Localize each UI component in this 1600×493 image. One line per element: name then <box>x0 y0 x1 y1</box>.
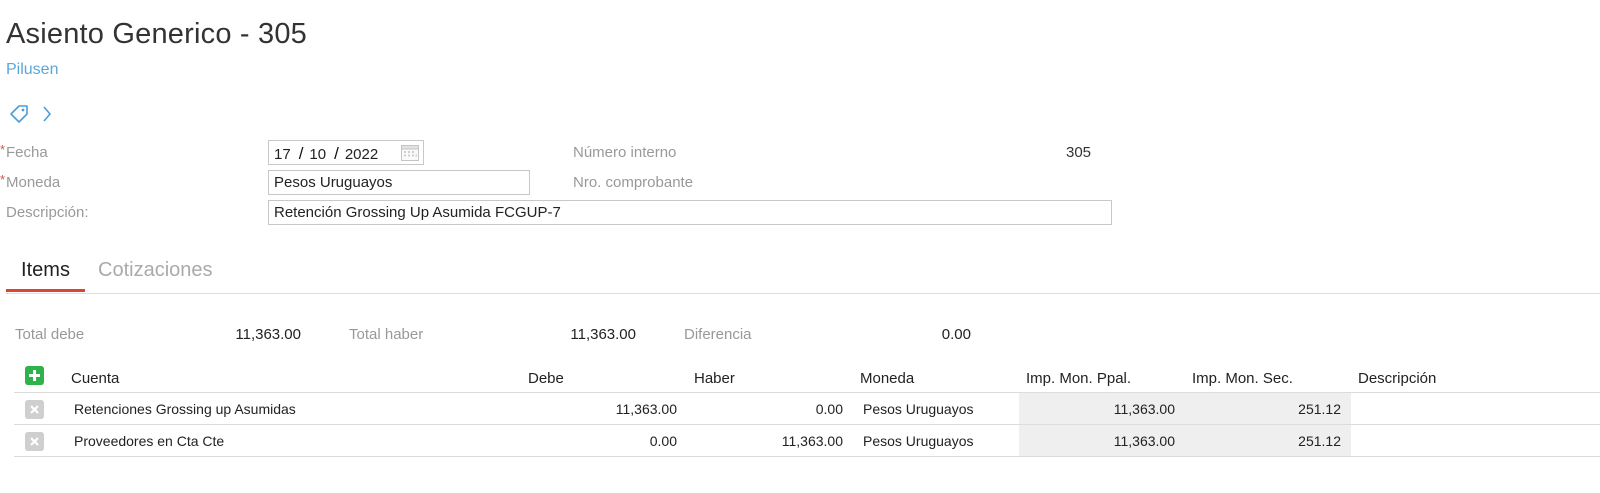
fecha-label-wrap: * Fecha <box>0 142 48 162</box>
col-header-descripcion[interactable]: Descripción <box>1358 370 1436 387</box>
row-2-moneda[interactable]: Pesos Uruguayos <box>863 433 974 449</box>
required-mark: * <box>0 172 6 187</box>
numero-interno-value: 305 <box>1066 144 1092 161</box>
row-2-debe[interactable]: 0.00 <box>540 433 677 449</box>
moneda-field[interactable]: Pesos Uruguayos <box>268 170 530 195</box>
header-divider <box>14 392 1600 393</box>
row-1-imp-sec: 251.12 <box>1298 401 1341 417</box>
tabs-divider <box>6 293 1600 294</box>
total-haber-label: Total haber <box>349 326 424 343</box>
row-1-haber[interactable]: 0.00 <box>706 401 843 417</box>
page-title: Asiento Generico - 305 <box>6 18 308 50</box>
moneda-label-wrap: * Moneda <box>0 172 61 192</box>
total-debe-label: Total debe <box>15 326 85 343</box>
nro-comprobante-label: Nro. comprobante <box>573 174 694 191</box>
row-1-cuenta[interactable]: Retenciones Grossing up Asumidas <box>74 401 296 417</box>
calendar-icon[interactable] <box>400 143 420 162</box>
row-2-cuenta[interactable]: Proveedores en Cta Cte <box>74 433 224 449</box>
fecha-day[interactable]: 17 <box>274 146 291 163</box>
tab-cotizaciones[interactable]: Cotizaciones <box>98 259 213 282</box>
tab-items[interactable]: Items <box>6 259 85 282</box>
row-2-imp-ppal: 11,363.00 <box>1113 433 1175 449</box>
moneda-label: Moneda <box>6 174 61 191</box>
date-separator: / <box>298 144 304 163</box>
numero-interno-label: Número interno <box>573 144 677 161</box>
col-header-imp-mon-sec[interactable]: Imp. Mon. Sec. <box>1192 370 1293 387</box>
fecha-year[interactable]: 2022 <box>345 146 378 163</box>
row-1-moneda[interactable]: Pesos Uruguayos <box>863 401 974 417</box>
required-mark: * <box>0 142 6 157</box>
diferencia-value: 0.00 <box>941 326 971 343</box>
diferencia-label: Diferencia <box>684 326 752 343</box>
fecha-month[interactable]: 10 <box>309 146 326 163</box>
delete-row-icon[interactable] <box>25 432 44 451</box>
row-2-imp-sec: 251.12 <box>1298 433 1341 449</box>
total-debe-value: 11,363.00 <box>235 326 301 343</box>
date-separator: / <box>334 144 339 163</box>
row-1-imp-ppal: 11,363.00 <box>1113 401 1175 417</box>
add-row-icon[interactable] <box>25 366 44 385</box>
row-2-haber[interactable]: 11,363.00 <box>706 433 843 449</box>
descripcion-label: Descripción: <box>6 204 89 221</box>
tag-icon[interactable] <box>8 103 30 125</box>
col-header-cuenta[interactable]: Cuenta <box>71 370 119 387</box>
col-header-moneda[interactable]: Moneda <box>860 370 914 387</box>
fecha-date-field[interactable]: 17 / 10 / 2022 <box>268 140 424 165</box>
fecha-label: Fecha <box>6 144 48 161</box>
col-header-haber[interactable]: Haber <box>694 370 735 387</box>
row-1-debe[interactable]: 11,363.00 <box>540 401 677 417</box>
row-divider <box>14 456 1600 457</box>
descripcion-field[interactable]: Retención Grossing Up Asumida FCGUP-7 <box>268 200 1112 225</box>
chevron-right-icon[interactable] <box>41 103 53 125</box>
delete-row-icon[interactable] <box>25 400 44 419</box>
active-tab-indicator <box>6 289 85 292</box>
row-divider <box>14 424 1600 425</box>
company-link[interactable]: Pilusen <box>6 61 58 79</box>
col-header-imp-mon-ppal[interactable]: Imp. Mon. Ppal. <box>1026 370 1131 387</box>
total-haber-value: 11,363.00 <box>570 326 636 343</box>
col-header-debe[interactable]: Debe <box>528 370 564 387</box>
